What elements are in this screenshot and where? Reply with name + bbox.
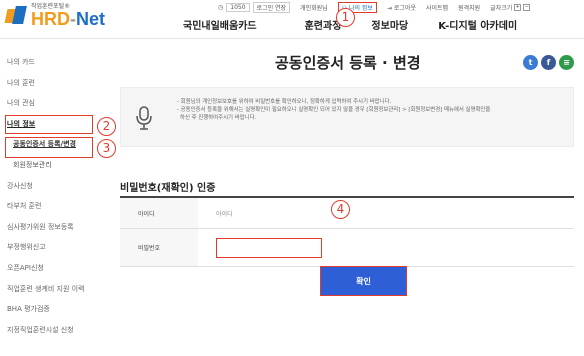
member-name: 개인회원님	[300, 4, 328, 12]
microphone-icon	[136, 106, 152, 130]
step-marker-3: 3	[97, 139, 116, 158]
sidebar-menu: 나의 카드 나의 훈련 나의 관심 나의 정보 공동인증서 등록/변경 회원정보…	[7, 52, 115, 340]
sidebar-item-instructor[interactable]: 강사신청	[7, 176, 115, 197]
page-title: 공동인증서 등록 · 변경	[275, 54, 421, 72]
clock-icon: ◷	[218, 3, 224, 11]
sidebar-item-other-ministry[interactable]: 타부처 훈련	[7, 196, 115, 217]
form-row-password: 비밀번호	[120, 229, 574, 267]
logout-icon: ⇥	[386, 4, 394, 12]
extend-login-button[interactable]: 로그인 연장	[252, 1, 291, 13]
highlight-my-info	[5, 115, 93, 134]
font-size-label: 글자크기	[490, 4, 513, 12]
sidebar-item-fraud-report[interactable]: 부정행위신고	[7, 237, 115, 258]
notice-line: 하신 후 진행하여주시기 바랍니다.	[180, 115, 257, 121]
nav-item-card[interactable]: 국민내일배움카드	[183, 17, 257, 32]
site-logo[interactable]: 직업훈련포털® HRD-Net	[4, 4, 106, 29]
password-form: 아이디 아이디 비밀번호	[120, 196, 574, 267]
notice-line: - 공동인증서 등록을 위해서는 실명확인이 필요하오니 실명확인 되어 있지 …	[177, 107, 491, 113]
sidebar-item-reviewer[interactable]: 심사평가위원 정보등록	[7, 217, 115, 238]
form-row-id: 아이디 아이디	[120, 198, 574, 229]
password-input[interactable]	[216, 237, 322, 258]
share-icon[interactable]: ≡	[559, 55, 574, 70]
notice-text: - 회원님의 개인정보보호를 위하여 비밀번호를 확인하오니, 정확하게 입력하…	[177, 98, 490, 122]
highlight-certificate	[5, 137, 93, 158]
sidebar-item-facility[interactable]: 지정직업훈련시설 신청	[7, 320, 115, 341]
sidebar-item-member-info[interactable]: 회원정보관리	[7, 155, 115, 176]
remote-support-link[interactable]: 원격지원	[458, 3, 480, 12]
notice-box: - 회원님의 개인정보보호를 위하여 비밀번호를 확인하오니, 정확하게 입력하…	[120, 87, 574, 147]
facebook-icon[interactable]: f	[541, 55, 556, 70]
font-increase-button[interactable]: +	[514, 3, 522, 11]
share-buttons: t f ≡	[520, 55, 574, 70]
sidebar-item-open-api[interactable]: 오픈API신청	[7, 258, 115, 279]
id-value: 아이디	[216, 210, 233, 218]
nav-item-kdigital[interactable]: K-디지털 아카데미	[438, 17, 517, 32]
confirm-button[interactable]: 확인	[320, 266, 407, 296]
section-title: 비밀번호(재확인) 인증	[120, 183, 216, 194]
logo-title: HRD-Net	[31, 9, 106, 29]
id-label: 아이디	[120, 198, 198, 228]
password-label: 비밀번호	[120, 229, 198, 266]
sidebar-item-my-interest[interactable]: 나의 관심	[7, 93, 115, 114]
logo-mark-icon	[4, 6, 28, 26]
font-decrease-button[interactable]: −	[523, 3, 531, 11]
sidebar-item-living-cost[interactable]: 직업훈련 생계비 지원 이력	[7, 279, 115, 300]
sitemap-link[interactable]: 사이트맵	[426, 3, 448, 12]
sidebar-item-bha[interactable]: BHA 평가검증	[7, 299, 115, 320]
nav-item-info[interactable]: 정보마당	[371, 17, 408, 32]
sidebar-item-my-card[interactable]: 나의 카드	[7, 52, 115, 73]
session-counter: 1050	[226, 2, 250, 12]
utility-bar: ◷ 1050 로그인 연장 개인회원님 ⚇ 나의 정보 ⇥ 로그아웃 사이트맵 …	[218, 1, 584, 13]
logout-link[interactable]: ⇥ 로그아웃	[387, 3, 416, 12]
twitter-icon[interactable]: t	[523, 55, 538, 70]
header-divider	[0, 38, 584, 39]
sidebar-item-my-training[interactable]: 나의 훈련	[7, 73, 115, 94]
step-marker-1: 1	[336, 8, 355, 27]
step-marker-2: 2	[97, 117, 116, 136]
notice-line: - 회원님의 개인정보보호를 위하여 비밀번호를 확인하오니, 정확하게 입력하…	[177, 99, 392, 105]
